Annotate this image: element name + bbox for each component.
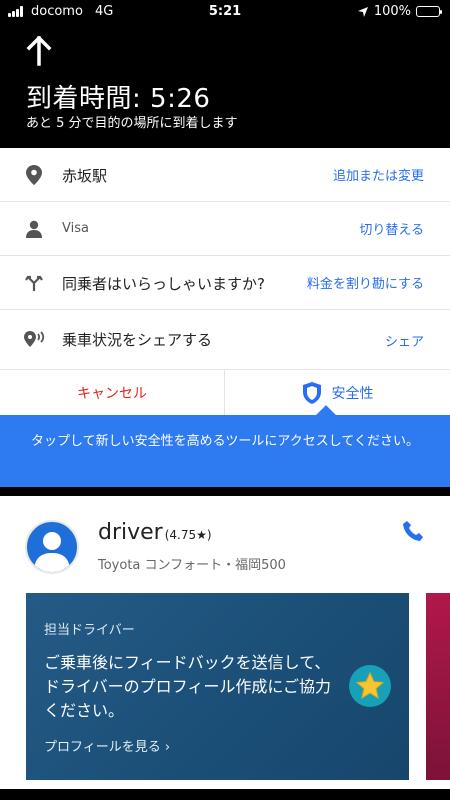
destination-label: 赤坂駅 <box>62 167 108 185</box>
split-arrow-icon <box>22 271 46 295</box>
split-fare-link[interactable]: 料金を割り勘にする <box>307 273 424 292</box>
driver-panel: driver (4.75★) Toyota コンフォート・福岡500 担当ドライ… <box>0 496 450 800</box>
driver-rating: (4.75★) <box>164 528 212 542</box>
status-right: 100% <box>357 4 442 19</box>
driver-name: driver <box>98 520 163 545</box>
phone-icon[interactable] <box>402 520 424 542</box>
driver-name-line: driver (4.75★) <box>98 520 212 545</box>
trip-actions: キャンセル 安全性 <box>0 370 450 415</box>
split-question-label: 同乗者はいらっしゃいますか? <box>62 275 265 293</box>
battery-percent: 100% <box>373 4 411 19</box>
feedback-card[interactable]: 担当ドライバー ご乗車後にフィードバックを送信して、ドライバーのプロフィール作成… <box>26 593 409 780</box>
switch-payment-link[interactable]: 切り替える <box>359 219 424 238</box>
arrow-up-icon <box>26 36 52 66</box>
battery-icon <box>416 6 442 17</box>
navigation-header: 到着時間: 5:26 あと 5 分で目的の場所に到着します <box>0 24 450 148</box>
shield-icon <box>302 381 321 404</box>
safety-button[interactable]: 安全性 <box>225 370 450 415</box>
person-icon <box>22 217 46 241</box>
safety-tooltip[interactable]: タップして新しい安全性を高めるツールにアクセスしてください。 <box>0 415 450 487</box>
location-pin-icon <box>22 163 46 187</box>
payment-label: Visa <box>62 221 89 236</box>
share-link[interactable]: シェア <box>385 331 424 350</box>
safety-label: 安全性 <box>331 385 374 402</box>
payment-row[interactable]: Visa 切り替える <box>0 202 450 256</box>
eta-subtitle: あと 5 分で目的の場所に到着します <box>26 116 238 131</box>
next-card-peek[interactable] <box>426 593 450 780</box>
view-profile-link[interactable]: プロフィールを見る › <box>44 736 170 755</box>
share-row[interactable]: 乗車状況をシェアする シェア <box>0 310 450 370</box>
location-arrow-icon <box>357 6 368 17</box>
status-bar: docomo 4G 5:21 100% <box>0 0 450 24</box>
trip-sheet: 赤坂駅 追加または変更 Visa 切り替える 同乗者はいらっしゃいますか? 料金… <box>0 148 450 415</box>
star-icon <box>349 665 391 707</box>
split-fare-row[interactable]: 同乗者はいらっしゃいますか? 料金を割り勘にする <box>0 256 450 310</box>
avatar-person-icon <box>34 532 70 572</box>
change-destination-link[interactable]: 追加または変更 <box>333 165 424 184</box>
card-kicker: 担当ドライバー <box>44 623 135 638</box>
card-message: ご乗車後にフィードバックを送信して、ドライバーのプロフィール作成にご協力ください… <box>44 653 332 720</box>
panel-divider <box>0 487 450 496</box>
eta-title: 到着時間: 5:26 <box>26 84 211 114</box>
share-status-label: 乗車状況をシェアする <box>62 331 213 349</box>
share-status-icon <box>22 327 46 351</box>
cancel-button[interactable]: キャンセル <box>0 370 225 415</box>
vehicle-info: Toyota コンフォート・福岡500 <box>98 558 286 573</box>
destination-row[interactable]: 赤坂駅 追加または変更 <box>0 148 450 202</box>
driver-avatar[interactable] <box>25 520 79 574</box>
bottom-bar <box>0 789 450 800</box>
